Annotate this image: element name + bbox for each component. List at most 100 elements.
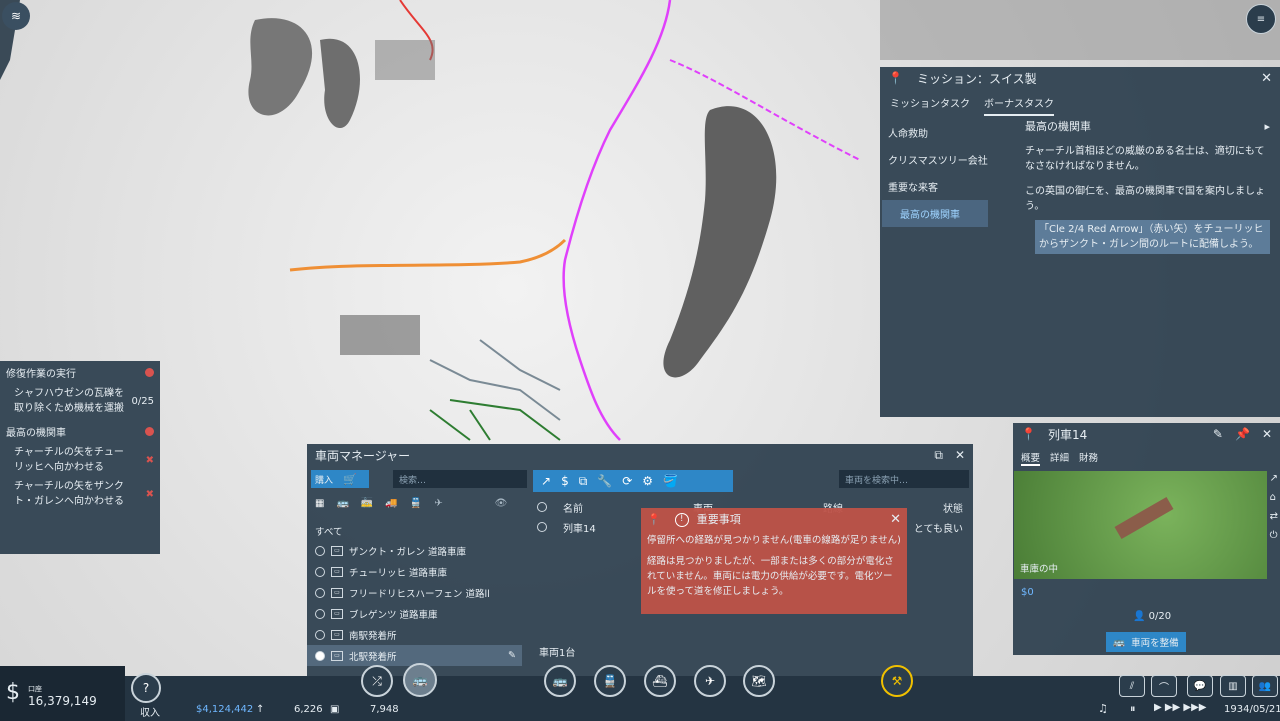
- construction-button[interactable]: ⚒: [881, 665, 913, 697]
- list-item[interactable]: ▭ ブレゲンツ 道路車庫: [307, 603, 522, 624]
- task-panel: 修復作業の実行 シャフハウゼンの瓦礫を取り除くため機械を運搬 0/25 最高の機…: [0, 361, 160, 554]
- vehicle-search-input[interactable]: 車両を検索中…: [839, 470, 969, 488]
- play-speed-icon[interactable]: ▶ ▶▶ ▶▶▶: [1154, 702, 1207, 713]
- vehicle-manager-title: 車両マネージャー: [315, 448, 411, 463]
- menu-icon: ≡: [1256, 13, 1266, 25]
- cancel-icon[interactable]: [145, 427, 154, 436]
- paint-icon[interactable]: 🪣: [663, 474, 678, 488]
- bus-icon: 🚌: [552, 674, 568, 688]
- play-arrow-icon[interactable]: ▸: [1264, 119, 1270, 134]
- music-icon[interactable]: ♫: [1098, 702, 1108, 715]
- vehicle-tools-bar: ↗ $ ⧉ 🔧 ⟳ ⚙ 🪣: [533, 470, 733, 492]
- tab-finance[interactable]: 財務: [1079, 450, 1098, 466]
- wrench-icon[interactable]: 🔧: [597, 474, 612, 488]
- ship-button[interactable]: ⛴: [644, 665, 676, 697]
- bridge-button[interactable]: ⌒: [1151, 675, 1177, 697]
- refresh-icon[interactable]: ⟳: [622, 474, 632, 488]
- tab-bonus-tasks[interactable]: ボーナスタスク: [984, 95, 1054, 116]
- tab-overview[interactable]: 概要: [1021, 450, 1041, 466]
- buy-button-label: 購入: [315, 475, 334, 486]
- people-button[interactable]: 👥: [1252, 675, 1278, 697]
- cargo-icon: ▣: [330, 704, 340, 715]
- close-icon[interactable]: ✕: [890, 512, 901, 527]
- location-pin-icon: 📍: [888, 71, 903, 85]
- train-preview[interactable]: 車庫の中: [1014, 471, 1267, 579]
- chat-icon: 💬: [1193, 680, 1207, 692]
- eye-icon[interactable]: 👁: [495, 498, 508, 509]
- list-item[interactable]: ▭ 南駅発着所: [307, 624, 522, 645]
- people-icon: 👥: [1258, 680, 1272, 692]
- pause-icon[interactable]: ⏸: [1130, 702, 1136, 716]
- close-icon[interactable]: ✕: [955, 448, 965, 462]
- list-item[interactable]: ▭ フリードリヒスハーフェン 道路ll: [307, 582, 522, 603]
- list-item[interactable]: ▭ チューリッヒ 道路車庫: [307, 561, 522, 582]
- copy-icon[interactable]: ⧉: [579, 474, 588, 489]
- route-arrow-icon[interactable]: ↗: [541, 474, 551, 488]
- close-icon[interactable]: ✕: [1262, 427, 1272, 441]
- money-transfer-icon[interactable]: $: [561, 474, 569, 488]
- mission-description: チャーチル首相ほどの威厳のある名士は、適切にもてなさなければなりません。: [1025, 146, 1265, 172]
- column-name[interactable]: 名前: [563, 500, 583, 515]
- category-item-selected[interactable]: 最高の機関車: [882, 200, 988, 227]
- growth-icon: ↑: [256, 704, 265, 715]
- mission-category-list: 人命救助 クリスマスツリー会社 重要な来客 最高の機関車: [880, 119, 1020, 227]
- tram-filter-icon[interactable]: 🚋: [361, 498, 373, 509]
- column-status[interactable]: 状態: [943, 500, 963, 515]
- depot-icon[interactable]: ⌂: [1270, 492, 1278, 503]
- location-pin-icon: 📍: [647, 513, 661, 526]
- truck-filter-icon[interactable]: 🚚: [385, 498, 397, 509]
- mission-description: この英国の御仁を、最高の機関車で国を案内しましょう。: [1025, 186, 1265, 212]
- list-item[interactable]: ▭ ザンクト・ガレン 道路車庫: [307, 540, 522, 561]
- train-button[interactable]: 🚆: [594, 665, 626, 697]
- depot-name: ブレゲンツ 道路車庫: [349, 609, 438, 621]
- vehicle-manager-button[interactable]: 🚌: [403, 663, 437, 697]
- train-money: $0: [1021, 587, 1034, 598]
- passenger-icon: 👤: [1133, 611, 1146, 622]
- category-item[interactable]: 人命救助: [880, 119, 1020, 146]
- track-build-button[interactable]: ⫽: [1119, 675, 1145, 697]
- depot-list: ▭ ザンクト・ガレン 道路車庫 ▭ チューリッヒ 道路車庫 ▭ フリードリヒスハーフェ…: [307, 540, 522, 666]
- shuffle-button[interactable]: ⤮: [361, 665, 393, 697]
- bus-filter-icon[interactable]: 🚌: [336, 498, 348, 509]
- train-filter-icon[interactable]: 🚆: [410, 498, 422, 509]
- track-icon: ⫽: [1129, 680, 1135, 692]
- service-button[interactable]: 🚌 車両を整備: [1106, 632, 1186, 652]
- train-icon: [1114, 496, 1174, 540]
- fail-x-icon: ✖: [145, 454, 154, 466]
- tab-details[interactable]: 詳細: [1050, 450, 1069, 466]
- search-input[interactable]: 検索…: [393, 470, 527, 488]
- plane-filter-icon[interactable]: ✈: [434, 498, 442, 509]
- cancel-icon[interactable]: [145, 368, 154, 377]
- close-icon[interactable]: ✕: [1261, 71, 1272, 86]
- chat-button[interactable]: 💬: [1187, 675, 1213, 697]
- power-icon[interactable]: ⏻: [1270, 530, 1278, 541]
- edit-pencil-icon[interactable]: ✎: [1213, 427, 1223, 441]
- select-all-radio[interactable]: [537, 502, 547, 512]
- edit-pencil-icon[interactable]: ✎: [508, 650, 516, 661]
- plane-button[interactable]: ✈: [694, 665, 726, 697]
- layers-button[interactable]: ≋: [2, 2, 30, 30]
- bulldozer-icon: ⚒: [891, 674, 903, 688]
- bus-button[interactable]: 🚌: [544, 665, 576, 697]
- popout-icon[interactable]: ⧉: [934, 448, 943, 463]
- grid-filter-icon[interactable]: ▦: [315, 498, 324, 509]
- pin-icon[interactable]: 📌: [1235, 427, 1250, 441]
- menu-button[interactable]: ≡: [1246, 4, 1276, 34]
- account-label: 口座: [28, 685, 42, 693]
- population-value: 6,226: [294, 704, 323, 715]
- tab-mission-tasks[interactable]: ミッションタスク: [890, 95, 970, 116]
- account-panel: $ 口座 16,379,149: [0, 666, 125, 721]
- train-caption: 車庫の中: [1020, 564, 1059, 575]
- help-button[interactable]: ?: [131, 673, 161, 703]
- train-icon: 🚆: [602, 674, 618, 688]
- category-item[interactable]: クリスマスツリー会社: [880, 146, 1020, 173]
- route-arrow-icon[interactable]: ↗: [1270, 473, 1278, 484]
- buy-button[interactable]: 購入 🛒: [311, 470, 369, 488]
- vehicle-name: 列車14: [563, 523, 596, 535]
- location-pin-icon: 📍: [1021, 427, 1036, 441]
- statistics-button[interactable]: ▥: [1220, 675, 1246, 697]
- category-item[interactable]: 重要な来客: [880, 173, 1020, 200]
- map-button[interactable]: 🗺: [743, 665, 775, 697]
- gear-icon[interactable]: ⚙: [642, 474, 653, 488]
- reverse-icon[interactable]: ⇄: [1270, 511, 1278, 522]
